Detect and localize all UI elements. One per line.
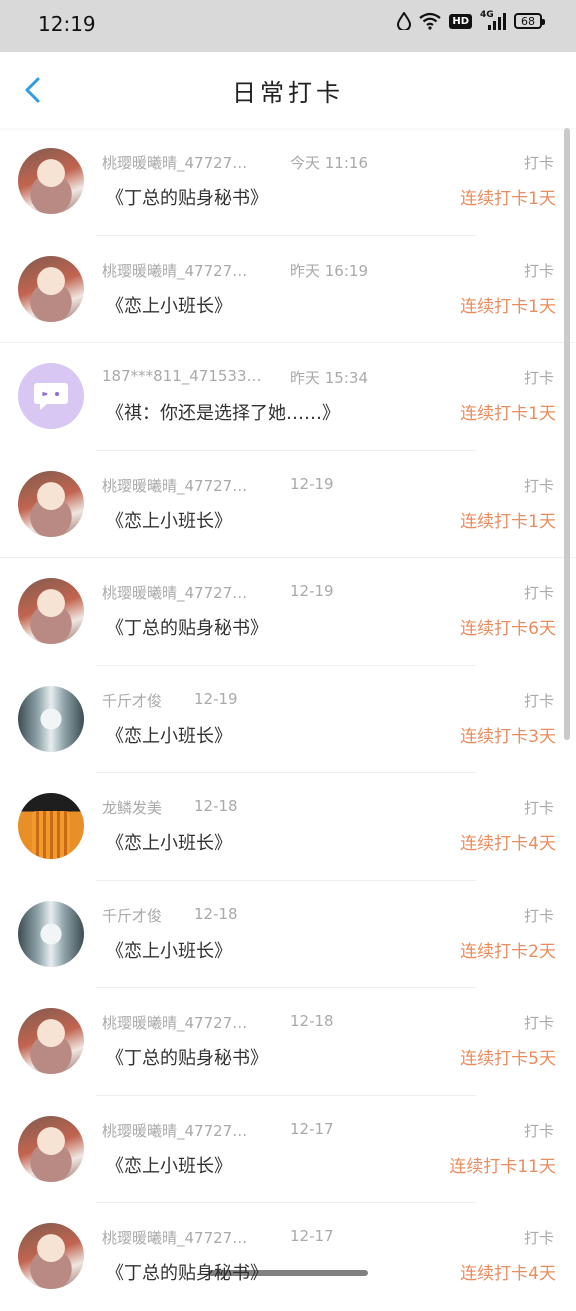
streak-text: 连续打卡4天	[460, 1264, 556, 1284]
avatar[interactable]	[18, 1115, 84, 1182]
streak-text: 连续打卡6天	[460, 619, 556, 639]
checkin-time: 昨天 15:34	[290, 369, 368, 387]
streak-text: 连续打卡4天	[460, 834, 556, 854]
streak-text: 连续打卡1天	[460, 404, 556, 424]
checkin-time: 12-18	[290, 1012, 334, 1030]
checkin-time: 12-18	[194, 904, 238, 923]
checkin-time: 12-19	[194, 689, 238, 708]
checkin-time: 今天 11:16	[290, 154, 368, 172]
book-title: 《恋上小班长》	[106, 510, 232, 532]
hd-icon: HD	[449, 13, 472, 29]
header: 日常打卡	[0, 52, 576, 128]
book-title: 《丁总的贴身秘书》	[106, 188, 268, 209]
checkin-label: 打卡	[523, 906, 554, 925]
username: 千斤才俊	[102, 906, 163, 925]
username: 龙鳞发美	[102, 799, 163, 817]
username: 桃璎暖曦晴_47727…	[102, 476, 248, 495]
home-indicator[interactable]	[208, 1270, 368, 1276]
checkin-label: 打卡	[523, 369, 554, 387]
username: 桃璎暖曦晴_47727…	[102, 584, 248, 602]
avatar[interactable]	[18, 363, 84, 429]
book-title: 《恋上小班长》	[106, 295, 232, 317]
checkin-time: 12-19	[290, 474, 334, 493]
book-title: 《祺：你还是选择了她……》	[106, 403, 340, 424]
avatar[interactable]	[18, 470, 84, 537]
checkin-label: 打卡	[523, 584, 554, 602]
checkin-row[interactable]: 龙鳞发美 12-18 《恋上小班长》 打卡 连续打卡4天	[0, 773, 576, 881]
checkin-time: 12-17	[290, 1227, 334, 1245]
network-type-label: 4G	[480, 10, 494, 20]
book-title: 《丁总的贴身秘书》	[106, 1048, 268, 1069]
avatar[interactable]	[18, 578, 84, 644]
book-title: 《恋上小班长》	[106, 940, 232, 962]
page-title: 日常打卡	[232, 78, 344, 107]
checkin-row[interactable]: 187***811_471533… 昨天 15:34 《祺：你还是选择了她……》…	[0, 343, 576, 451]
checkin-label: 打卡	[523, 1014, 554, 1032]
avatar[interactable]	[18, 900, 84, 967]
book-title: 《恋上小班长》	[106, 833, 232, 854]
checkin-row[interactable]: 千斤才俊 12-18 《恋上小班长》 打卡 连续打卡2天	[0, 881, 576, 988]
back-arrow-icon[interactable]	[20, 76, 48, 104]
streak-text: 连续打卡11天	[449, 1156, 556, 1177]
status-icons: HD 4G 68	[397, 10, 545, 30]
checkin-time: 12-18	[194, 797, 238, 815]
water-drop-icon	[397, 12, 412, 30]
checkin-label: 打卡	[523, 799, 554, 817]
checkin-time: 12-19	[290, 582, 334, 600]
username: 187***811_471533…	[102, 367, 262, 385]
streak-text: 连续打卡2天	[460, 941, 556, 962]
streak-text: 连续打卡5天	[460, 1049, 556, 1069]
book-title: 《恋上小班长》	[106, 725, 232, 747]
checkin-time: 12-17	[290, 1119, 334, 1138]
username: 桃璎暖曦晴_47727…	[102, 1014, 248, 1032]
checkin-time: 昨天 16:19	[290, 261, 368, 280]
wifi-icon	[419, 12, 442, 30]
signal-icon: 4G	[480, 10, 506, 30]
avatar[interactable]	[18, 1223, 84, 1289]
avatar[interactable]	[18, 685, 84, 752]
avatar[interactable]	[18, 793, 84, 859]
status-time: 12:19	[38, 12, 96, 36]
checkin-row[interactable]: 千斤才俊 12-19 《恋上小班长》 打卡 连续打卡3天	[0, 666, 576, 773]
battery-icon: 68	[514, 13, 545, 29]
book-title: 《丁总的贴身秘书》	[106, 618, 268, 639]
checkin-row[interactable]: 桃璎暖曦晴_47727… 12-19 《丁总的贴身秘书》 打卡 连续打卡6天	[0, 558, 576, 666]
scrollbar[interactable]	[564, 128, 570, 740]
checkin-label: 打卡	[523, 476, 554, 495]
avatar[interactable]	[18, 255, 84, 322]
checkin-row[interactable]: 桃璎暖曦晴_47727… 12-19 《恋上小班长》 打卡 连续打卡1天	[0, 451, 576, 558]
username: 桃璎暖曦晴_47727…	[102, 154, 248, 172]
avatar[interactable]	[18, 148, 84, 214]
chat-bubble-icon	[34, 383, 68, 410]
username: 桃璎暖曦晴_47727…	[102, 1121, 248, 1140]
checkin-list: 桃璎暖曦晴_47727… 今天 11:16 《丁总的贴身秘书》 打卡 连续打卡1…	[0, 128, 576, 1311]
checkin-row[interactable]: 桃璎暖曦晴_47727… 昨天 16:19 《恋上小班长》 打卡 连续打卡1天	[0, 236, 576, 343]
checkin-row[interactable]: 桃璎暖曦晴_47727… 12-17 《恋上小班长》 打卡 连续打卡11天	[0, 1096, 576, 1203]
username: 桃璎暖曦晴_47727…	[102, 261, 248, 280]
streak-text: 连续打卡3天	[460, 726, 556, 747]
book-title: 《恋上小班长》	[106, 1155, 232, 1177]
checkin-label: 打卡	[523, 154, 554, 172]
checkin-row[interactable]: 桃璎暖曦晴_47727… 今天 11:16 《丁总的贴身秘书》 打卡 连续打卡1…	[0, 128, 576, 236]
checkin-label: 打卡	[523, 1229, 554, 1247]
username: 桃璎暖曦晴_47727…	[102, 1229, 248, 1247]
streak-text: 连续打卡1天	[460, 189, 556, 209]
status-bar: 12:19 HD 4G 68	[0, 0, 576, 52]
streak-text: 连续打卡1天	[460, 296, 556, 317]
checkin-row[interactable]: 桃璎暖曦晴_47727… 12-17 《丁总的贴身秘书》 打卡 连续打卡4天	[0, 1203, 576, 1311]
checkin-label: 打卡	[523, 691, 554, 710]
checkin-label: 打卡	[523, 1121, 554, 1140]
checkin-label: 打卡	[523, 261, 554, 280]
username: 千斤才俊	[102, 691, 163, 710]
avatar[interactable]	[18, 1008, 84, 1074]
checkin-row[interactable]: 桃璎暖曦晴_47727… 12-18 《丁总的贴身秘书》 打卡 连续打卡5天	[0, 988, 576, 1096]
streak-text: 连续打卡1天	[460, 511, 556, 532]
